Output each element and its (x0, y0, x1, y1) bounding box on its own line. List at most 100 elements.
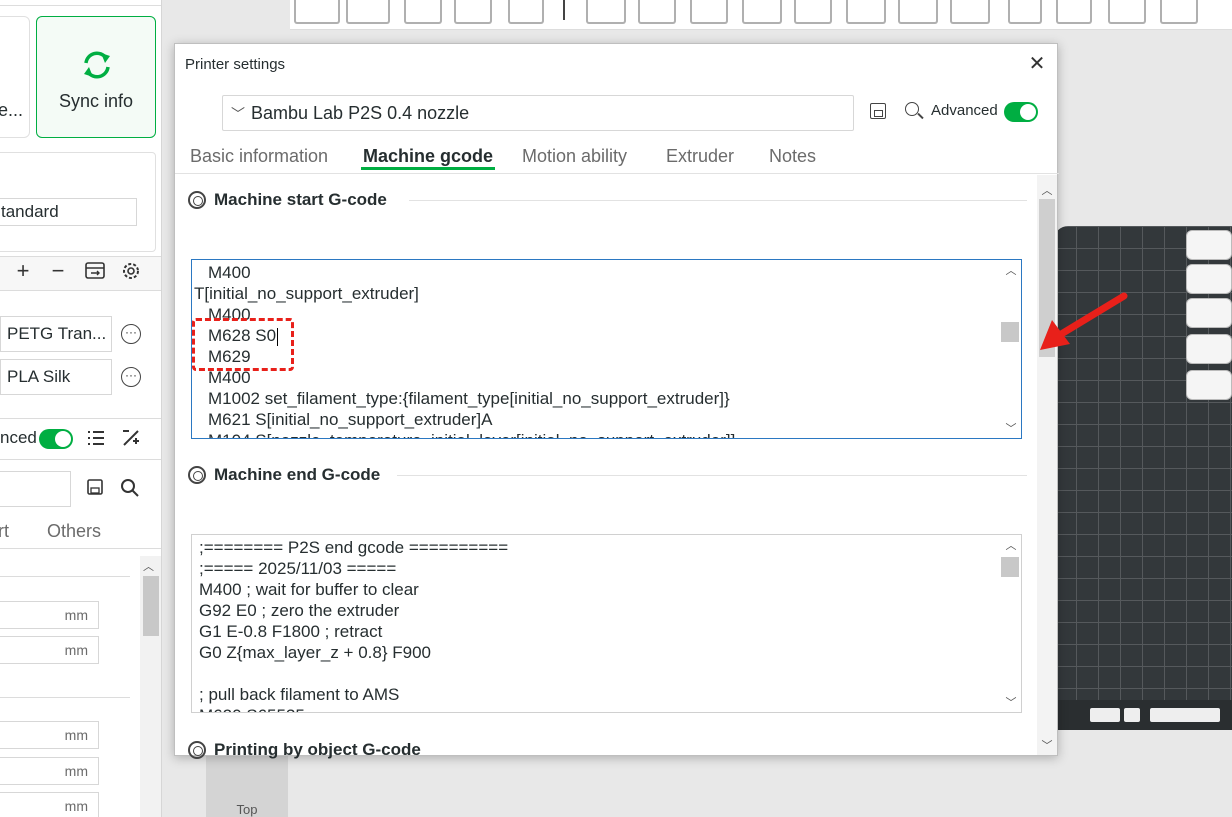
process-preset-field[interactable]: tandard (0, 198, 137, 226)
layers-icon[interactable] (508, 0, 544, 24)
code-line: M400 (208, 263, 251, 282)
arrange-icon[interactable] (454, 0, 492, 24)
support-paint-icon[interactable] (898, 0, 938, 24)
filament-sync-icon (85, 262, 105, 279)
editor-scrollbar-thumb[interactable] (1001, 557, 1019, 577)
emboss-icon[interactable] (1160, 0, 1198, 24)
measure-icon[interactable] (1056, 0, 1092, 24)
filament-2-more-button[interactable]: ··· (121, 367, 141, 387)
value-field-4[interactable]: mm (0, 757, 99, 785)
code-line: T[initial_no_support_extruder] (194, 284, 419, 303)
filament-slot-2[interactable]: PLA Silk (0, 359, 112, 395)
code-line: M104 S[nozzle_temperature_initial_layer[… (208, 430, 735, 438)
add-grid-icon[interactable] (346, 0, 390, 24)
gear-icon (123, 263, 139, 279)
advanced-label: nced (0, 428, 37, 447)
scroll-down-icon[interactable]: ﹀ (1001, 420, 1021, 436)
left-sidebar: i e... Sync info tandard + − PETG Tran..… (0, 0, 162, 817)
scroll-up-icon[interactable]: ︿ (1037, 182, 1057, 198)
scroll-up-icon[interactable]: ︿ (143, 558, 154, 574)
assembly-icon[interactable] (1108, 0, 1146, 24)
tab-machine-gcode[interactable]: Machine gcode (363, 146, 493, 167)
editor-scrollbar[interactable]: ︿ ﹀ (1001, 260, 1021, 438)
code-line: G0 Z{max_layer_z + 0.8} F900 (199, 643, 431, 662)
view-cube-label: Top (236, 802, 258, 817)
advanced-toggle[interactable] (39, 429, 73, 449)
search-icon[interactable] (120, 478, 140, 498)
rotate-icon[interactable] (638, 0, 676, 24)
value-field-3[interactable]: mm (0, 721, 99, 749)
value-field-1[interactable]: mm (0, 601, 99, 629)
scroll-up-icon[interactable]: ︿ (1001, 262, 1021, 278)
lay-on-face-icon[interactable] (742, 0, 782, 24)
plate-layout-icon[interactable] (1186, 298, 1232, 328)
compare-icon[interactable] (120, 428, 142, 448)
close-icon[interactable]: ✕ (1027, 54, 1047, 74)
code-line: ;======== P2S end gcode ========== (199, 538, 509, 557)
remove-filament-button[interactable]: − (45, 256, 71, 286)
tab-extruder[interactable]: Extruder (666, 146, 734, 167)
end-gcode-title: Machine end G-code (214, 465, 381, 484)
advanced-toggle[interactable] (1004, 102, 1038, 122)
editor-scrollbar-thumb[interactable] (1001, 322, 1019, 342)
tab-notes[interactable]: Notes (769, 146, 816, 167)
move-icon[interactable] (586, 0, 626, 24)
scroll-up-icon[interactable]: ︿ (1001, 537, 1021, 553)
start-gcode-editor[interactable]: M400 T[initial_no_support_extruder] M400… (191, 259, 1022, 439)
orient-icon[interactable] (404, 0, 442, 24)
plate-settings-icon[interactable] (1186, 370, 1232, 400)
search-icon[interactable] (905, 102, 919, 116)
plate-arrange-icon[interactable] (1186, 264, 1232, 294)
lock-icon[interactable] (1186, 334, 1232, 364)
tab-support-partial[interactable]: rt (0, 521, 9, 542)
filament-settings-button[interactable] (118, 256, 144, 286)
seam-paint-icon[interactable] (950, 0, 990, 24)
divider (0, 548, 161, 549)
filament-slot-1[interactable]: PETG Tran... (0, 316, 112, 352)
list-icon[interactable] (86, 428, 106, 448)
scale-icon[interactable] (690, 0, 728, 24)
value-field-2[interactable]: mm (0, 636, 99, 664)
code-line: G92 E0 ; zero the extruder (199, 601, 400, 620)
delete-plate-icon[interactable] (1186, 230, 1232, 260)
annotation-arrow (1040, 292, 1128, 350)
add-plate-icon[interactable] (294, 0, 340, 24)
percent-icon (123, 430, 139, 446)
printer-settings-dialog: Printer settings ✕ ﹀ Bambu Lab P2S 0.4 n… (174, 43, 1059, 759)
left-top-strip (0, 0, 161, 6)
annotation-highlight-box (192, 318, 294, 371)
save-preset-icon[interactable] (870, 103, 886, 119)
cut-icon[interactable] (794, 0, 832, 24)
boolean-icon[interactable] (846, 0, 886, 24)
preset-name: Bambu Lab P2S 0.4 nozzle (251, 103, 470, 123)
value-field-5[interactable]: mm (0, 792, 99, 817)
divider (0, 290, 161, 291)
save-icon[interactable] (86, 478, 104, 496)
divider (0, 418, 161, 419)
settings-tabs: Basic information Machine gcode Motion a… (175, 144, 1059, 174)
left-scrollbar-thumb[interactable] (143, 576, 159, 636)
text-icon[interactable] (1008, 0, 1042, 24)
printer-preset-dropdown[interactable]: ﹀ Bambu Lab P2S 0.4 nozzle (222, 95, 854, 131)
scroll-down-icon[interactable]: ﹀ (1001, 694, 1021, 710)
tab-motion-ability[interactable]: Motion ability (522, 146, 627, 167)
active-tab-indicator (361, 167, 495, 170)
process-search-field[interactable] (0, 471, 71, 507)
advanced-label: Advanced (931, 102, 998, 119)
view-cube[interactable]: Top (206, 754, 288, 817)
sync-info-button[interactable]: Sync info (36, 16, 156, 138)
tab-others[interactable]: Others (47, 521, 101, 542)
add-filament-button[interactable]: + (10, 256, 36, 286)
end-gcode-editor[interactable]: ;======== P2S end gcode ========== ;====… (191, 534, 1022, 713)
scroll-down-icon[interactable]: ﹀ (1037, 737, 1057, 753)
code-line: ;===== 2025/11/03 ===== (199, 559, 397, 578)
filament-sync-button[interactable] (82, 256, 108, 286)
code-line: M1002 set_filament_type:{filament_type[i… (208, 389, 730, 408)
code-line: M400 ; wait for buffer to clear (199, 580, 419, 599)
plate-slot (1090, 708, 1120, 722)
filament-1-more-button[interactable]: ··· (121, 324, 141, 344)
tab-basic-information[interactable]: Basic information (190, 146, 328, 167)
gear-icon (188, 741, 206, 759)
toolbar-divider (563, 0, 565, 20)
editor-scrollbar[interactable]: ︿ ﹀ (1001, 535, 1021, 712)
